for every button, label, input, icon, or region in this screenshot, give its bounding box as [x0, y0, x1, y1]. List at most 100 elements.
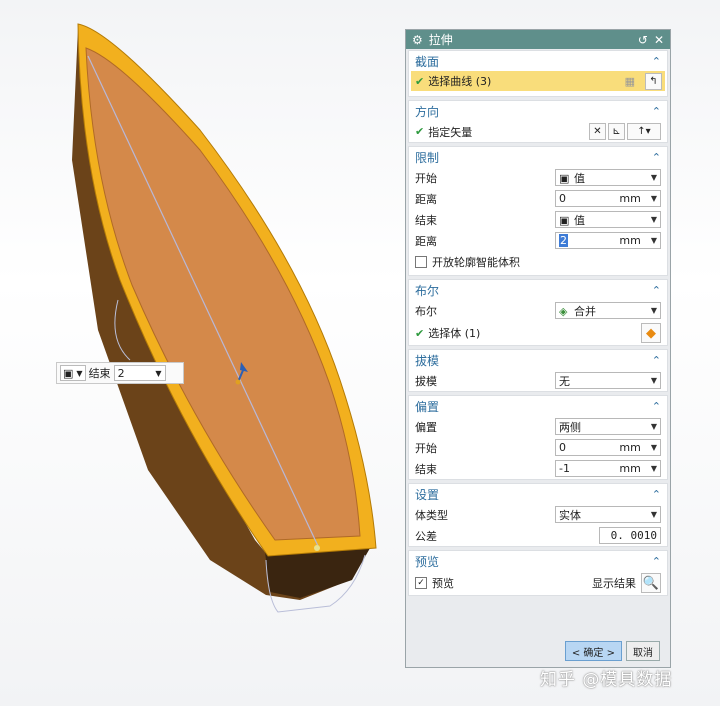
tolerance-value: 0. 0010	[610, 529, 657, 542]
collapse-icon[interactable]: ⌃	[652, 354, 661, 367]
boat-model[interactable]	[0, 0, 405, 706]
draft-header[interactable]: 拔模 ⌃	[409, 350, 667, 370]
gear-icon: ⚙	[412, 32, 423, 47]
offset-start-row: 开始 0 mm ▼	[409, 437, 667, 458]
check-icon: ✔	[415, 326, 425, 340]
start-select[interactable]: ▣ 值 ▼	[555, 169, 661, 186]
close-icon[interactable]: ✕	[654, 33, 664, 47]
offset-section: 偏置 ⌃ 偏置 两侧 ▼ 开始 0 mm ▼ 结束 -1 mm ▼	[408, 395, 668, 480]
rim-point	[314, 545, 320, 551]
vector-row[interactable]: ✔ 指定矢量 ✕ ⊾ ↑▾	[409, 121, 667, 142]
start-row: 开始 ▣ 值 ▼	[409, 167, 667, 188]
settings-title: 设置	[415, 487, 440, 502]
chevron-down-icon: ▼	[650, 236, 657, 245]
offset-start-value: 0	[559, 441, 566, 454]
sketch-icon[interactable]: ▦	[625, 75, 635, 88]
distance1-row: 距离 0 mm ▼	[409, 188, 667, 209]
open-profile-checkbox[interactable]	[415, 255, 427, 268]
select-curve-row[interactable]: ✔ 选择曲线 (3) ▦ ↰	[411, 71, 665, 91]
graphics-viewport[interactable]	[0, 0, 405, 706]
section-header[interactable]: 截面 ⌃	[409, 51, 667, 71]
magnifier-icon[interactable]: 🔍	[641, 573, 661, 593]
chevron-down-icon: ▼	[155, 368, 162, 378]
chevron-down-icon: ▼	[650, 194, 657, 203]
preview-row: ✓ 预览 显示结果 🔍	[409, 571, 667, 595]
handle-type-dropdown[interactable]: ▣ ▼	[60, 365, 86, 381]
reverse-direction-icon[interactable]: ✕	[589, 123, 606, 140]
extrude-dialog: ⚙ 拉伸 ↺ ✕ 截面 ⌃ ✔ 选择曲线 (3) ▦ ↰ 方向 ⌃ ✔ 指定矢量…	[405, 29, 671, 668]
bool-select[interactable]: ◈ 合并 ▼	[555, 302, 661, 319]
ok-button[interactable]: < 确定 >	[564, 641, 622, 661]
distance-handle[interactable]: ▣ ▼ 结束 2 ▼	[56, 362, 184, 384]
bool-value: 合并	[574, 304, 596, 318]
dialog-titlebar: ⚙ 拉伸 ↺ ✕	[406, 30, 670, 49]
draft-select[interactable]: 无 ▼	[555, 372, 661, 389]
body-type-row: 体类型 实体 ▼	[409, 504, 667, 525]
offset-header[interactable]: 偏置 ⌃	[409, 396, 667, 416]
select-body-row[interactable]: ✔ 选择体 (1) ◆	[409, 321, 667, 345]
start-value: 值	[574, 171, 585, 185]
select-curve-label: 选择曲线 (3)	[428, 75, 492, 88]
limits-title: 限制	[415, 150, 440, 165]
offset-start-unit: mm	[619, 441, 641, 454]
offset-end-value: -1	[559, 462, 570, 475]
cancel-button[interactable]: 取消	[626, 641, 660, 661]
vector-type-dropdown[interactable]: ↑▾	[627, 123, 661, 140]
cube-icon: ▣	[559, 172, 570, 185]
boolean-title: 布尔	[415, 283, 440, 298]
distance1-value: 0	[559, 192, 566, 205]
vector-dialog-icon[interactable]: ⊾	[608, 123, 625, 140]
direction-title: 方向	[415, 104, 440, 119]
offset-value: 两侧	[559, 420, 581, 434]
chevron-down-icon: ▼	[650, 510, 657, 519]
chevron-down-icon: ▼	[650, 464, 657, 473]
reset-icon[interactable]: ↺	[638, 33, 648, 47]
offset-start-input[interactable]: 0 mm ▼	[555, 439, 661, 456]
distance1-unit: mm	[619, 192, 641, 205]
show-result-label: 显示结果	[592, 577, 636, 590]
end-value: 值	[574, 213, 585, 227]
dialog-footer: < 确定 > 取消	[406, 635, 670, 667]
dialog-title: 拉伸	[428, 33, 453, 47]
vector-label: 指定矢量	[428, 125, 473, 139]
distance2-input[interactable]: 2 mm ▼	[555, 232, 661, 249]
settings-section: 设置 ⌃ 体类型 实体 ▼ 公差 0. 0010	[408, 483, 668, 547]
collapse-icon[interactable]: ⌃	[652, 555, 661, 568]
direction-section: 方向 ⌃ ✔ 指定矢量 ✕ ⊾ ↑▾	[408, 100, 668, 143]
chevron-down-icon: ▼	[650, 306, 657, 315]
preview-checkbox[interactable]: ✓	[415, 577, 427, 589]
chevron-down-icon: ▼	[650, 215, 657, 224]
tolerance-input[interactable]: 0. 0010	[599, 527, 661, 544]
handle-label: 结束	[88, 367, 111, 380]
boolean-header[interactable]: 布尔 ⌃	[409, 280, 667, 300]
preview-header[interactable]: 预览 ⌃	[409, 551, 667, 571]
curve-icon[interactable]: ↰	[645, 72, 662, 90]
offset-end-input[interactable]: -1 mm ▼	[555, 460, 661, 477]
settings-header[interactable]: 设置 ⌃	[409, 484, 667, 504]
collapse-icon[interactable]: ⌃	[652, 284, 661, 297]
distance1-input[interactable]: 0 mm ▼	[555, 190, 661, 207]
collapse-icon[interactable]: ⌃	[652, 105, 661, 118]
draft-row: 拔模 无 ▼	[409, 370, 667, 391]
open-profile-label: 开放轮廓智能体积	[432, 255, 520, 269]
draft-value: 无	[559, 374, 570, 388]
body-cube-icon[interactable]: ◆	[641, 323, 661, 343]
collapse-icon[interactable]: ⌃	[652, 151, 661, 164]
body-type-select[interactable]: 实体 ▼	[555, 506, 661, 523]
handle-value-input[interactable]: 2 ▼	[113, 365, 166, 381]
offset-end-unit: mm	[619, 462, 641, 475]
chevron-down-icon: ▼	[650, 173, 657, 182]
direction-header[interactable]: 方向 ⌃	[409, 101, 667, 121]
preview-label: 预览	[432, 577, 454, 590]
chevron-down-icon: ▼	[650, 376, 657, 385]
collapse-icon[interactable]: ⌃	[652, 55, 661, 68]
limits-header[interactable]: 限制 ⌃	[409, 147, 667, 167]
offset-select[interactable]: 两侧 ▼	[555, 418, 661, 435]
chevron-down-icon: ▼	[650, 422, 657, 431]
handle-value: 2	[117, 366, 125, 380]
collapse-icon[interactable]: ⌃	[652, 488, 661, 501]
collapse-icon[interactable]: ⌃	[652, 400, 661, 413]
end-select[interactable]: ▣ 值 ▼	[555, 211, 661, 228]
open-profile-row[interactable]: 开放轮廓智能体积	[409, 251, 667, 272]
chevron-down-icon: ▼	[650, 443, 657, 452]
